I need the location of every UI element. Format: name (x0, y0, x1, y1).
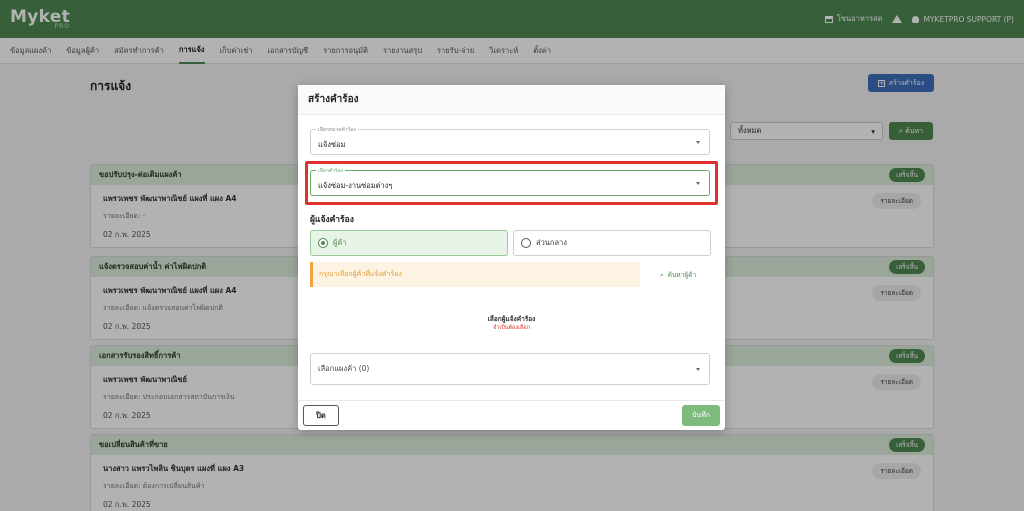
modal-title: สร้างคำร้อง (298, 85, 725, 115)
required-hint: จำเป็นต้องเลือก (493, 325, 530, 331)
create-request-modal: สร้างคำร้อง เลือกหมวดคำร้อง แจ้งซ่อม เลื… (298, 85, 725, 430)
search-vendor-label: ค้นหาผู้ค้า (667, 271, 697, 279)
radio-vendor[interactable]: ผู้ค้า (310, 230, 508, 256)
category-select[interactable]: เลือกหมวดคำร้อง แจ้งซ่อม (310, 126, 710, 155)
category-value: แจ้งซ่อม (318, 140, 346, 149)
radio-central-label: ส่วนกลาง (536, 238, 567, 247)
chevron-down-icon (696, 141, 700, 144)
close-button[interactable]: ปิด (303, 405, 339, 426)
highlight-box (305, 161, 718, 205)
select-requester-label: เลือกผู้แจ้งคำร้อง (487, 315, 536, 323)
requester-section-title: ผู้แจ้งคำร้อง (310, 215, 354, 225)
radio-checked-icon (318, 238, 328, 248)
stall-select[interactable]: เลือกแผงค้า (0) (310, 353, 710, 385)
stall-select-value: เลือกแผงค้า (0) (318, 364, 370, 373)
category-legend: เลือกหมวดคำร้อง (316, 126, 358, 134)
search-icon: ⌕ (660, 270, 664, 279)
radio-unchecked-icon (521, 238, 531, 248)
warning-message: กรุณาเลือกผู้ค้าที่แจ้งคำร้อง (310, 262, 640, 287)
chevron-down-icon (696, 368, 700, 371)
radio-central[interactable]: ส่วนกลาง (513, 230, 711, 256)
save-button[interactable]: บันทึก (682, 405, 720, 426)
modal-footer: ปิด บันทึก (298, 400, 725, 430)
radio-vendor-label: ผู้ค้า (333, 238, 347, 247)
search-vendor-link[interactable]: ⌕ ค้นหาผู้ค้า (660, 270, 696, 280)
